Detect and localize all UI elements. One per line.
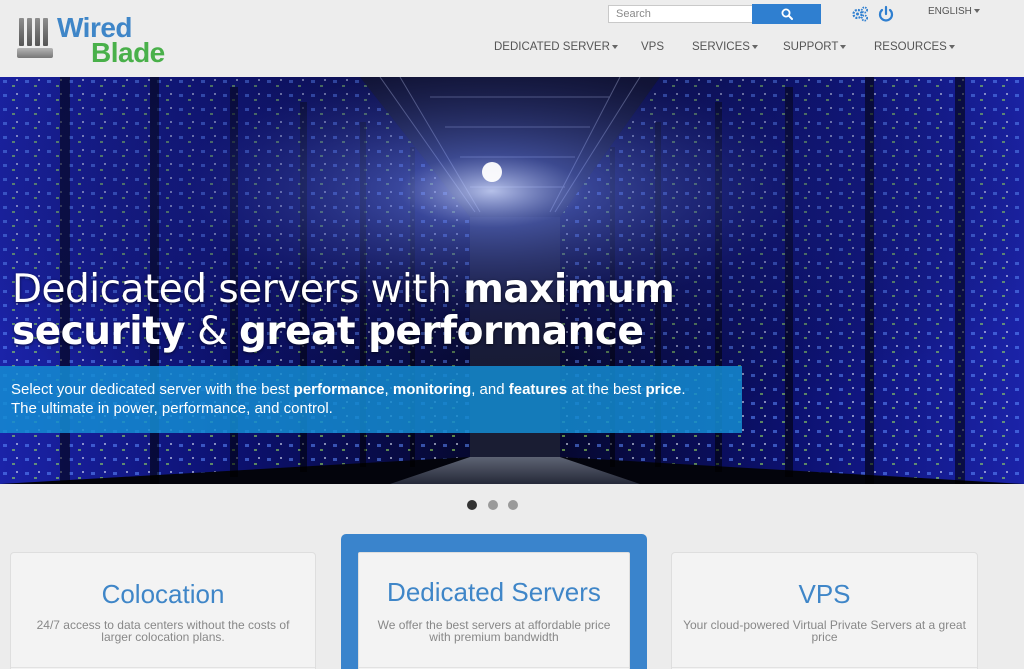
gears-icon[interactable] — [851, 5, 869, 23]
card-title: VPS — [798, 579, 851, 609]
banner-line1: Select your dedicated server with the be… — [11, 380, 686, 399]
chevron-down-icon — [840, 44, 847, 49]
headline-line2-light: & — [185, 309, 239, 354]
banner-line1-part: , and — [471, 381, 509, 398]
carousel-dot-2[interactable] — [488, 500, 498, 510]
search-input[interactable] — [608, 5, 753, 23]
card-description: We offer the best servers at affordable … — [367, 619, 621, 643]
site-header: Wired Blade ENGLISH DEDICATED SERVER VPS… — [0, 0, 1024, 77]
carousel-dot-3[interactable] — [508, 500, 518, 510]
logo-text-blade: Blade — [91, 37, 165, 68]
chevron-down-icon — [751, 44, 758, 49]
card-title: Dedicated Servers — [387, 577, 601, 607]
card-colocation[interactable]: Colocation 24/7 access to data centers w… — [10, 552, 316, 669]
power-icon[interactable] — [877, 5, 895, 23]
card-desc-line2: larger colocation plans. — [101, 630, 225, 644]
hero-banner-text: Select your dedicated server with the be… — [11, 380, 686, 418]
nav-support[interactable]: SUPPORT — [783, 41, 847, 53]
card-title: Colocation — [101, 579, 225, 609]
headline-line2-bold-b: great performance — [238, 309, 644, 354]
card-description: 24/7 access to data centers without the … — [29, 619, 297, 643]
banner-line1-part: , — [384, 381, 393, 398]
banner-line1-part: at the best — [567, 381, 646, 398]
hero-headline: Dedicated servers with maximum security … — [12, 267, 675, 354]
card-desc-line2: with premium bandwidth — [429, 630, 559, 644]
headline-line1-bold: maximum — [463, 267, 675, 312]
search-button[interactable] — [752, 4, 821, 24]
banner-line1-part: price — [645, 381, 682, 398]
nav-item-label: RESOURCES — [874, 41, 947, 53]
chevron-down-icon — [948, 44, 955, 49]
card-desc-line2: price — [811, 630, 838, 644]
server-rack-logo-icon — [15, 14, 55, 60]
nav-vps[interactable]: VPS — [641, 41, 664, 53]
card-vps[interactable]: VPS Your cloud-powered Virtual Private S… — [671, 552, 978, 669]
banner-line1-part: Select your dedicated server with the be… — [11, 381, 294, 398]
language-label: ENGLISH — [928, 6, 972, 17]
nav-item-label: SUPPORT — [783, 41, 839, 53]
chevron-down-icon — [611, 44, 618, 49]
card-description: Your cloud-powered Virtual Private Serve… — [678, 619, 971, 643]
banner-line1-part: . — [681, 381, 686, 398]
card-divider — [359, 667, 629, 668]
banner-line1-part: monitoring — [392, 381, 472, 398]
banner-line1-part: performance — [293, 381, 385, 398]
headline-line2-bold-a: security — [12, 309, 186, 354]
search-icon — [781, 8, 793, 20]
nav-item-label: DEDICATED SERVER — [494, 41, 610, 53]
nav-dedicated-server[interactable]: DEDICATED SERVER — [494, 41, 618, 53]
nav-item-label: VPS — [641, 41, 665, 53]
carousel-dot-1[interactable] — [467, 500, 477, 510]
banner-line2: The ultimate in power, performance, and … — [11, 400, 333, 417]
card-divider — [672, 667, 977, 668]
nav-services[interactable]: SERVICES — [692, 41, 758, 53]
card-dedicated-servers[interactable]: Dedicated Servers We offer the best serv… — [358, 552, 630, 669]
nav-item-label: SERVICES — [692, 41, 750, 53]
chevron-down-icon — [973, 9, 980, 14]
banner-line1-part: features — [508, 381, 568, 398]
nav-resources[interactable]: RESOURCES — [874, 41, 955, 53]
card-divider — [11, 667, 315, 668]
headline-line1-light: Dedicated servers with — [12, 267, 464, 312]
hero-slider: Dedicated servers with maximum security … — [0, 77, 1024, 484]
wiredblade-logo[interactable]: Wired Blade — [15, 12, 165, 68]
language-selector[interactable]: ENGLISH — [928, 6, 980, 17]
